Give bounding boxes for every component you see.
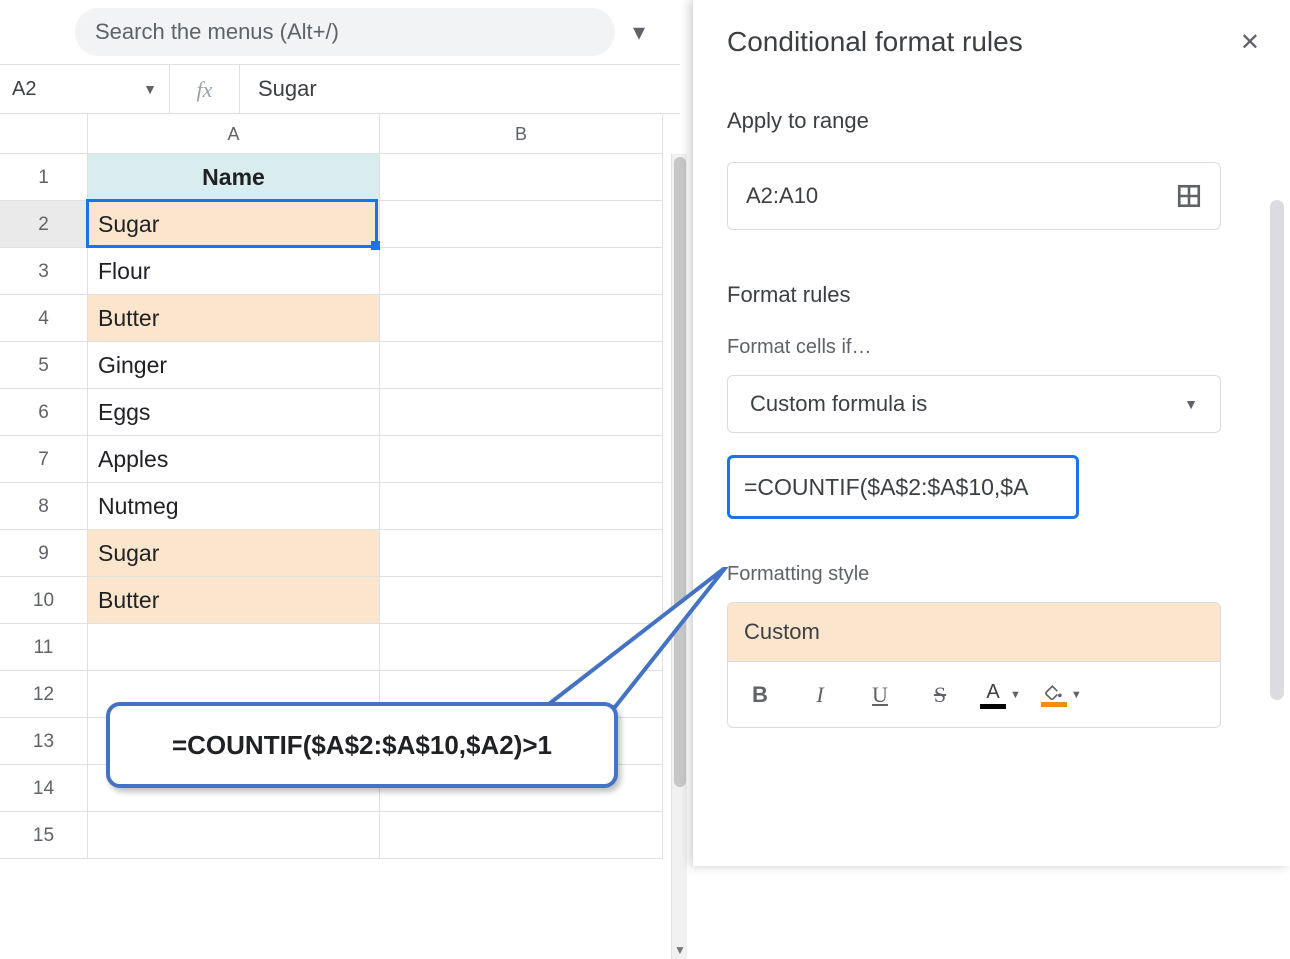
- cell[interactable]: [380, 295, 663, 342]
- table-row: 5Ginger: [0, 342, 687, 389]
- cell[interactable]: [380, 436, 663, 483]
- panel-scrollbar[interactable]: [1270, 200, 1284, 820]
- format-rules-label: Format rules: [727, 282, 1260, 308]
- name-box[interactable]: A2 ▼: [0, 65, 170, 113]
- style-preview[interactable]: Custom: [727, 602, 1221, 662]
- row-header[interactable]: 2: [0, 201, 88, 248]
- cell[interactable]: [380, 812, 663, 859]
- caret-down-icon: ▼: [1010, 689, 1021, 701]
- row-header[interactable]: 5: [0, 342, 88, 389]
- table-row: 4Butter: [0, 295, 687, 342]
- underline-button[interactable]: U: [860, 682, 900, 708]
- menu-search-placeholder: Search the menus (Alt+/): [95, 19, 339, 45]
- table-row: 6Eggs: [0, 389, 687, 436]
- scroll-thumb[interactable]: [1270, 200, 1284, 700]
- chevron-down-icon[interactable]: ▾: [633, 18, 645, 47]
- condition-select[interactable]: Custom formula is ▼: [727, 375, 1221, 433]
- cell[interactable]: Apples: [88, 436, 380, 483]
- italic-button[interactable]: I: [800, 682, 840, 708]
- custom-formula-input[interactable]: =COUNTIF($A$2:$A$10,$A: [727, 455, 1079, 519]
- custom-formula-value: =COUNTIF($A$2:$A$10,$A: [744, 474, 1028, 501]
- condition-sub-label: Format cells if…: [727, 336, 1260, 359]
- row-header[interactable]: 3: [0, 248, 88, 295]
- scroll-down-icon[interactable]: ▼: [672, 941, 688, 959]
- caret-down-icon: ▼: [1184, 396, 1198, 412]
- table-row: 7Apples: [0, 436, 687, 483]
- panel-title: Conditional format rules: [727, 26, 1023, 58]
- text-color-button[interactable]: A ▼: [980, 681, 1021, 709]
- cell[interactable]: Flour: [88, 248, 380, 295]
- menu-search-input[interactable]: Search the menus (Alt+/): [75, 8, 615, 56]
- cell[interactable]: Sugar: [88, 201, 380, 248]
- caret-down-icon: ▼: [143, 81, 157, 97]
- cell[interactable]: [88, 812, 380, 859]
- column-header-B[interactable]: B: [380, 114, 663, 154]
- column-header-A[interactable]: A: [88, 114, 380, 154]
- apply-range-label: Apply to range: [727, 108, 1260, 134]
- fx-label: fx: [170, 65, 240, 113]
- apply-range-input[interactable]: A2:A10: [727, 162, 1221, 230]
- table-row: 1Name: [0, 154, 687, 201]
- cell[interactable]: Butter: [88, 577, 380, 624]
- fill-icon: [1043, 682, 1065, 702]
- cell[interactable]: [380, 342, 663, 389]
- condition-value: Custom formula is: [750, 391, 927, 417]
- row-header[interactable]: 1: [0, 154, 88, 201]
- more-icon[interactable]: ⋮: [661, 22, 671, 42]
- style-toolbar: B I U S A ▼ ▼: [727, 662, 1221, 728]
- row-header[interactable]: 9: [0, 530, 88, 577]
- range-picker-icon[interactable]: [1176, 183, 1202, 209]
- row-header[interactable]: 8: [0, 483, 88, 530]
- formula-callout: =COUNTIF($A$2:$A$10,$A2)>1: [106, 702, 618, 788]
- row-header[interactable]: 15: [0, 812, 88, 859]
- callout-text: =COUNTIF($A$2:$A$10,$A2)>1: [172, 730, 552, 761]
- conditional-format-panel: Conditional format rules ✕ Apply to rang…: [693, 0, 1290, 866]
- cell[interactable]: Sugar: [88, 530, 380, 577]
- formula-bar[interactable]: Sugar: [240, 76, 335, 102]
- row-header[interactable]: 4: [0, 295, 88, 342]
- cell[interactable]: Butter: [88, 295, 380, 342]
- strikethrough-button[interactable]: S: [920, 682, 960, 708]
- cell[interactable]: Nutmeg: [88, 483, 380, 530]
- row-header[interactable]: 6: [0, 389, 88, 436]
- cell[interactable]: [380, 201, 663, 248]
- select-all-corner[interactable]: [0, 114, 88, 154]
- table-row: 15: [0, 812, 687, 859]
- cell[interactable]: [380, 483, 663, 530]
- formatting-style-label: Formatting style: [727, 563, 1260, 586]
- table-row: 8Nutmeg: [0, 483, 687, 530]
- cell[interactable]: [380, 248, 663, 295]
- cell[interactable]: [380, 154, 663, 201]
- name-box-value: A2: [12, 78, 36, 101]
- table-row: 2Sugar: [0, 201, 687, 248]
- cell[interactable]: Ginger: [88, 342, 380, 389]
- table-row: 3Flour: [0, 248, 687, 295]
- fill-color-button[interactable]: ▼: [1041, 682, 1082, 707]
- row-header[interactable]: 7: [0, 436, 88, 483]
- cell[interactable]: Eggs: [88, 389, 380, 436]
- apply-range-value: A2:A10: [746, 183, 818, 209]
- row-header[interactable]: 14: [0, 765, 88, 812]
- row-header[interactable]: 13: [0, 718, 88, 765]
- row-header[interactable]: 12: [0, 671, 88, 718]
- grid-scrollbar[interactable]: ▼: [671, 154, 687, 959]
- style-name: Custom: [744, 619, 820, 645]
- caret-down-icon: ▼: [1071, 689, 1082, 701]
- row-header[interactable]: 11: [0, 624, 88, 671]
- column-title-cell[interactable]: Name: [88, 154, 380, 201]
- bold-button[interactable]: B: [740, 682, 780, 708]
- cell[interactable]: [88, 624, 380, 671]
- cell[interactable]: [380, 389, 663, 436]
- close-icon[interactable]: ✕: [1240, 28, 1260, 57]
- row-header[interactable]: 10: [0, 577, 88, 624]
